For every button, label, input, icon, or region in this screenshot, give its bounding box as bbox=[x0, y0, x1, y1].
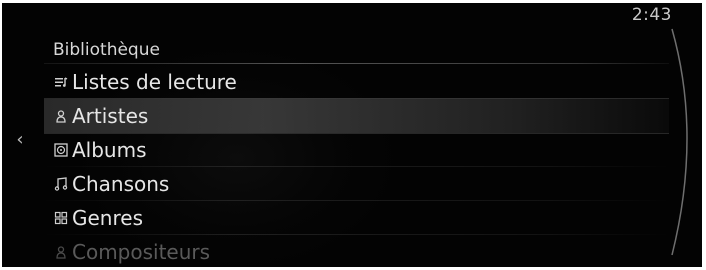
genres-grid-icon bbox=[54, 211, 68, 225]
person-icon bbox=[54, 245, 68, 259]
menu-item-label: Chansons bbox=[72, 172, 170, 196]
music-note-icon bbox=[54, 177, 68, 191]
album-icon bbox=[54, 143, 68, 157]
menu-item-label: Compositeurs bbox=[72, 240, 211, 264]
playlist-icon bbox=[54, 75, 68, 89]
clock: 2:43 bbox=[631, 5, 672, 25]
person-icon bbox=[54, 109, 68, 123]
menu-item-artistes[interactable]: Artistes bbox=[44, 99, 669, 133]
menu-item-label: Albums bbox=[72, 138, 147, 162]
menu-item-albums[interactable]: Albums bbox=[44, 133, 669, 167]
menu-item-listes-de-lecture[interactable]: Listes de lecture bbox=[44, 65, 669, 99]
menu-item-genres[interactable]: Genres bbox=[44, 201, 669, 235]
menu-item-label: Listes de lecture bbox=[72, 70, 237, 94]
chevron-left-icon: ‹ bbox=[16, 129, 24, 150]
menu-item-label: Genres bbox=[72, 206, 143, 230]
library-menu: Listes de lecture Artistes Albums Chanso… bbox=[44, 65, 669, 267]
header-divider bbox=[44, 63, 669, 64]
page-title: Bibliothèque bbox=[53, 40, 160, 60]
menu-item-chansons[interactable]: Chansons bbox=[44, 167, 669, 201]
menu-item-label: Artistes bbox=[72, 104, 149, 128]
menu-item-compositeurs[interactable]: Compositeurs bbox=[44, 235, 669, 267]
back-button[interactable]: ‹ bbox=[12, 129, 28, 151]
infotainment-screen: 2:43 ‹ Bibliothèque Listes de lecture Ar… bbox=[2, 3, 702, 267]
